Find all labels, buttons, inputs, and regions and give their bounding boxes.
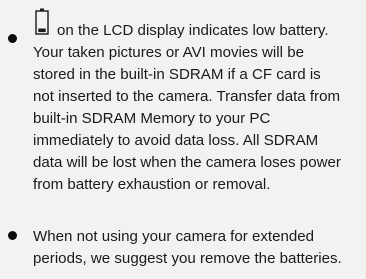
text-line: from battery exhaustion or removal.: [33, 176, 271, 193]
text-line: When not using your camera for extended: [33, 228, 315, 245]
low-battery-first-line: on the LCD display indicates low battery…: [57, 22, 329, 39]
note-remove-batteries-text: When not using your camera for extended …: [33, 226, 361, 276]
text-line: built-in SDRAM Memory to your PC: [33, 110, 271, 127]
low-battery-icon: [35, 8, 49, 35]
text-line: Your taken pictures or AVI movies will b…: [33, 44, 304, 61]
text-line: data will be lost when the camera loses …: [33, 154, 341, 171]
note-low-battery-text: on the LCD display indicates low battery…: [33, 8, 361, 220]
text-line: not inserted to the camera. Transfer dat…: [33, 88, 341, 105]
bullet-dot: [8, 231, 17, 240]
text-line: stored in the built-in SDRAM if a CF car…: [33, 66, 321, 83]
bullet-dot: [8, 34, 17, 43]
text-line: immediately to avoid data loss. All SDRA…: [33, 132, 319, 149]
text-line: periods, we suggest you remove the batte…: [33, 250, 342, 267]
